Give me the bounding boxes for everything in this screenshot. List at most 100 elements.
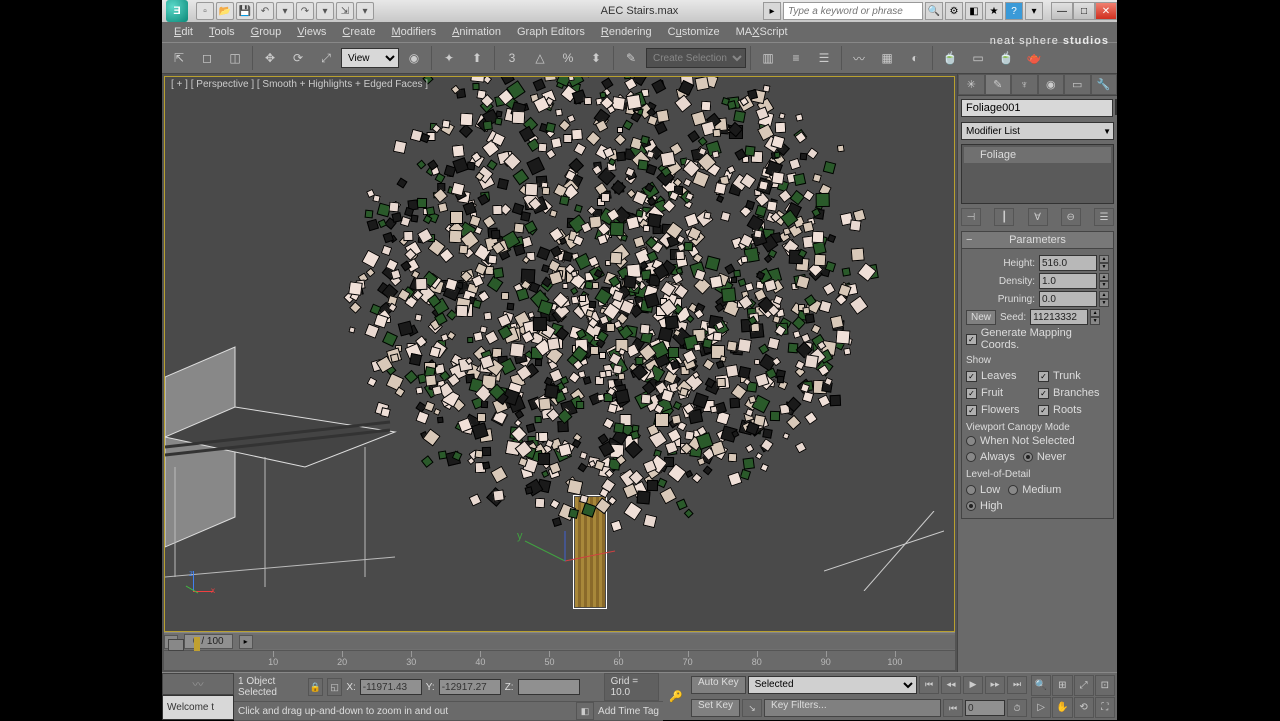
viewport-perspective[interactable]: [ + ] [ Perspective ] [ Smooth + Highlig…: [164, 76, 955, 632]
current-frame-input[interactable]: [965, 700, 1005, 716]
lock-selection-icon[interactable]: 🔒: [308, 678, 323, 696]
x-input[interactable]: [360, 679, 422, 695]
keyboard-shortcut-icon[interactable]: ⬆: [464, 45, 490, 71]
angle-snap-icon[interactable]: △: [527, 45, 553, 71]
schematic-icon[interactable]: ▦: [874, 45, 900, 71]
trackbar-toggle-icon[interactable]: [168, 639, 184, 651]
utilities-tab-icon[interactable]: 🔧: [1091, 74, 1118, 95]
add-time-tag[interactable]: Add Time Tag: [598, 706, 659, 717]
help-drop-icon[interactable]: ▾: [1025, 2, 1043, 20]
close-icon[interactable]: ✕: [1095, 2, 1117, 20]
isolate-icon[interactable]: ◱: [327, 678, 342, 696]
density-input[interactable]: [1039, 273, 1097, 289]
render-setup-icon[interactable]: 🍵: [937, 45, 963, 71]
time-slider[interactable]: ◂ 0 / 100 ▸: [164, 632, 955, 650]
maximize-icon[interactable]: □: [1073, 2, 1095, 20]
branches-checkbox[interactable]: ✓: [1038, 388, 1049, 399]
trackbar[interactable]: 102030405060708090100: [164, 650, 955, 670]
new-icon[interactable]: ▫: [196, 2, 214, 20]
save-icon[interactable]: 💾: [236, 2, 254, 20]
menu-modifiers[interactable]: Modifiers: [383, 24, 444, 40]
layers-icon[interactable]: ☰: [811, 45, 837, 71]
display-tab-icon[interactable]: ▭: [1064, 74, 1091, 95]
percent-snap-icon[interactable]: %: [555, 45, 581, 71]
height-input[interactable]: [1039, 255, 1097, 271]
search-input[interactable]: [783, 2, 923, 20]
z-input[interactable]: [518, 679, 580, 695]
flowers-checkbox[interactable]: ✓: [966, 405, 977, 416]
menu-graph-editors[interactable]: Graph Editors: [509, 24, 593, 40]
new-seed-button[interactable]: New: [966, 310, 996, 325]
canopy-always-radio[interactable]: [966, 452, 976, 462]
render-frame-icon[interactable]: ▭: [965, 45, 991, 71]
time-config-icon[interactable]: ⏱: [1007, 699, 1027, 717]
goto-start-icon[interactable]: ⏮: [919, 676, 939, 694]
pruning-up-icon[interactable]: ▲: [1099, 291, 1109, 299]
zoom-icon[interactable]: 🔍: [1031, 675, 1051, 696]
menu-create[interactable]: Create: [334, 24, 383, 40]
key-mode-icon[interactable]: 🔑: [663, 673, 689, 720]
select-manipulate-icon[interactable]: ✦: [436, 45, 462, 71]
lod-high-radio[interactable]: [966, 501, 976, 511]
leaves-checkbox[interactable]: ✓: [966, 371, 977, 382]
ref-coord-combo[interactable]: View: [341, 48, 399, 68]
height-down-icon[interactable]: ▼: [1099, 263, 1109, 271]
slider-track[interactable]: [253, 635, 955, 649]
modify-tab-icon[interactable]: ✎: [985, 74, 1012, 95]
menu-edit[interactable]: Edit: [166, 24, 201, 40]
mirror-icon[interactable]: ▥: [755, 45, 781, 71]
undo-icon[interactable]: ↶: [256, 2, 274, 20]
configure-sets-icon[interactable]: ☰: [1094, 208, 1114, 226]
prev-key-icon[interactable]: ⏮: [943, 699, 963, 717]
lod-medium-radio[interactable]: [1008, 485, 1018, 495]
open-icon[interactable]: 📂: [216, 2, 234, 20]
mini-curve-editor-icon[interactable]: 〰: [162, 673, 234, 695]
favorites-icon[interactable]: ★: [985, 2, 1003, 20]
communication-icon[interactable]: ⚙: [945, 2, 963, 20]
steering-icon[interactable]: ◧: [965, 2, 983, 20]
bind-spacewarp-icon[interactable]: ◫: [222, 45, 248, 71]
named-sel-icon[interactable]: ✎: [618, 45, 644, 71]
show-end-result-icon[interactable]: ┃: [994, 208, 1014, 226]
select-rotate-icon[interactable]: ⟳: [285, 45, 311, 71]
undo-drop-icon[interactable]: ▾: [276, 2, 294, 20]
slider-thumb[interactable]: 0 / 100: [184, 634, 233, 649]
pan-icon[interactable]: ✋: [1052, 697, 1072, 718]
material-icon[interactable]: ◐: [902, 45, 928, 71]
orbit-icon[interactable]: ⟲: [1074, 697, 1094, 718]
key-filters-button[interactable]: Key Filters...: [764, 699, 941, 717]
seed-down-icon[interactable]: ▼: [1090, 317, 1100, 325]
roots-checkbox[interactable]: ✓: [1038, 405, 1049, 416]
menu-animation[interactable]: Animation: [444, 24, 509, 40]
motion-tab-icon[interactable]: ◉: [1038, 74, 1065, 95]
pruning-down-icon[interactable]: ▼: [1099, 299, 1109, 307]
align-icon[interactable]: ≡: [783, 45, 809, 71]
key-filters-combo[interactable]: Selected: [748, 676, 917, 694]
create-tab-icon[interactable]: ✳: [958, 74, 985, 95]
menu-maxscript[interactable]: MAXScript: [728, 24, 796, 40]
select-scale-icon[interactable]: ⤢: [313, 45, 339, 71]
select-link-icon[interactable]: ⇱: [166, 45, 192, 71]
time-tag-icon[interactable]: ◧: [576, 702, 594, 720]
object-name-input[interactable]: [961, 99, 1113, 117]
search-icon[interactable]: 🔍: [925, 2, 943, 20]
fruit-checkbox[interactable]: ✓: [966, 388, 977, 399]
stack-item-foliage[interactable]: Foliage: [964, 147, 1111, 163]
canopy-whennot-radio[interactable]: [966, 436, 976, 446]
time-indicator[interactable]: [194, 637, 200, 651]
modifier-stack[interactable]: Foliage: [961, 144, 1114, 204]
menu-rendering[interactable]: Rendering: [593, 24, 660, 40]
menu-views[interactable]: Views: [289, 24, 334, 40]
canopy-never-radio[interactable]: [1023, 452, 1033, 462]
auto-key-button[interactable]: Auto Key: [691, 676, 746, 694]
search-drop-icon[interactable]: ▸: [763, 2, 781, 20]
modifier-list-combo[interactable]: Modifier List: [961, 122, 1114, 140]
seed-up-icon[interactable]: ▲: [1090, 309, 1100, 317]
select-move-icon[interactable]: ✥: [257, 45, 283, 71]
maxscript-listener[interactable]: Welcome t: [162, 695, 234, 721]
named-sel-combo[interactable]: Create Selection Se: [646, 48, 746, 68]
hierarchy-tab-icon[interactable]: ♆: [1011, 74, 1038, 95]
redo-drop-icon[interactable]: ▾: [316, 2, 334, 20]
density-down-icon[interactable]: ▼: [1099, 281, 1109, 289]
curve-editor-icon[interactable]: 〰: [846, 45, 872, 71]
